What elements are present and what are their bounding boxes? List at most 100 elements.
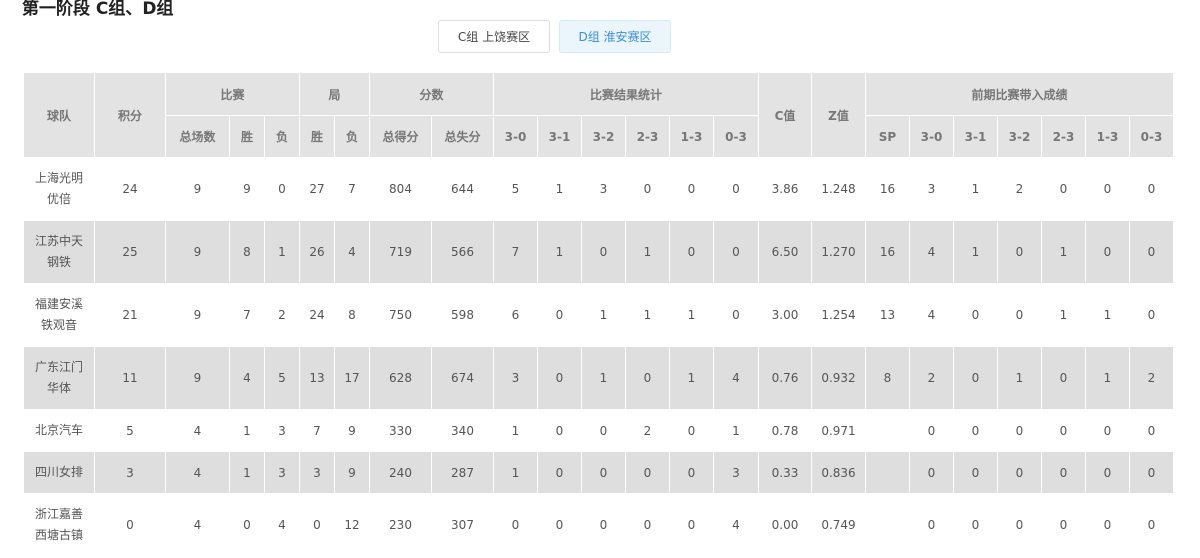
stat-cell: 0 (1085, 493, 1130, 557)
stat-cell: 8 (334, 283, 370, 347)
header-points: 积分 (94, 72, 166, 158)
team-name-line: 铁观音 (40, 318, 77, 332)
subheader-result-1-3: 1-3 (669, 115, 714, 158)
subheader-prior-3-0: 3-0 (909, 115, 954, 158)
stat-cell: 1 (581, 346, 626, 410)
stat-cell: 330 (369, 409, 432, 452)
stat-cell: 0 (1085, 220, 1130, 284)
stat-cell: 719 (369, 220, 432, 284)
stat-cell: 0 (953, 451, 998, 494)
stat-cell: 1 (953, 157, 998, 221)
subheader-match-losses: 负 (264, 115, 300, 158)
team-name-line: 华体 (46, 381, 71, 395)
tab-group-c[interactable]: C组 上饶赛区 (438, 20, 550, 53)
stat-cell: 1 (229, 409, 265, 452)
tab-group-d[interactable]: D组 淮安赛区 (559, 20, 671, 53)
stat-cell: 0 (537, 493, 582, 557)
stat-cell: 0 (229, 493, 265, 557)
stat-cell: 1 (537, 220, 582, 284)
stat-cell: 0 (493, 493, 538, 557)
stat-cell: 0 (997, 451, 1042, 494)
stat-cell: 674 (431, 346, 494, 410)
stat-cell: 0 (1041, 409, 1086, 452)
stat-cell: 2 (625, 409, 670, 452)
stat-cell: 0 (537, 409, 582, 452)
team-name-line: 西塘古镇 (34, 528, 83, 542)
stat-cell: 0 (997, 283, 1042, 347)
stat-cell: 0 (1085, 409, 1130, 452)
stat-cell: 644 (431, 157, 494, 221)
stat-cell: 24 (94, 157, 166, 221)
stat-cell: 1 (953, 220, 998, 284)
stat-cell: 12 (334, 493, 370, 557)
stat-cell: 0 (1129, 220, 1174, 284)
stat-cell: 0 (1129, 409, 1174, 452)
stat-cell: 0 (537, 451, 582, 494)
stat-cell: 1 (1041, 283, 1086, 347)
stat-cell: 16 (865, 157, 910, 221)
stat-cell: 0 (909, 493, 954, 557)
stat-cell: 230 (369, 493, 432, 557)
stat-cell: 3 (713, 451, 759, 494)
team-name-line: 浙江嘉善 (34, 507, 83, 521)
stat-cell: 11 (94, 346, 166, 410)
table-row: 广东江门 华体 11 9 4 5 13 17 628 674 3 0 1 0 1 4 0.76 0.932 8 2 0 1… (23, 346, 1174, 410)
stat-cell: 3.00 (758, 283, 812, 347)
table-row: 四川女排 3 4 1 3 3 9 240 287 1 0 0 0 0 3 0.33 0.836 0 0 0 0 0 0 (23, 451, 1174, 494)
stat-cell: 0 (1041, 346, 1086, 410)
stat-cell: 25 (94, 220, 166, 284)
team-name: 四川女排 (23, 451, 95, 494)
team-name-line: 福建安溪 (34, 297, 83, 311)
stat-cell: 0 (581, 409, 626, 452)
stat-cell: 0 (625, 157, 670, 221)
stat-cell: 1 (1041, 220, 1086, 284)
stat-cell: 1 (997, 346, 1042, 410)
subheader-points-lost: 总失分 (431, 115, 494, 158)
header-result-stats: 比赛结果统计 (493, 72, 759, 116)
stat-cell: 0 (953, 283, 998, 347)
stat-cell: 0 (1085, 451, 1130, 494)
stat-cell: 2 (997, 157, 1042, 221)
team-name: 江苏中天 钢铁 (23, 220, 95, 284)
stat-cell: 0 (997, 493, 1042, 557)
subheader-points-won: 总得分 (369, 115, 432, 158)
stat-cell: 1 (669, 283, 714, 347)
team-name: 福建安溪 铁观音 (23, 283, 95, 347)
stat-cell: 1.254 (811, 283, 866, 347)
stat-cell: 13 (299, 346, 335, 410)
stat-cell: 4 (909, 220, 954, 284)
subheader-result-3-0: 3-0 (493, 115, 538, 158)
stat-cell: 0.76 (758, 346, 812, 410)
stat-cell: 0 (953, 409, 998, 452)
stat-cell: 0 (625, 493, 670, 557)
stat-cell: 0 (1129, 451, 1174, 494)
stat-cell: 1 (581, 283, 626, 347)
stat-cell: 0 (909, 451, 954, 494)
subheader-result-3-2: 3-2 (581, 115, 626, 158)
subheader-match-wins: 胜 (229, 115, 265, 158)
stat-cell: 4 (165, 409, 230, 452)
stat-cell: 9 (165, 157, 230, 221)
header-scores: 分数 (369, 72, 494, 116)
stat-cell: 0 (264, 157, 300, 221)
stat-cell: 24 (299, 283, 335, 347)
stat-cell: 3 (264, 451, 300, 494)
stat-cell: 4 (713, 493, 759, 557)
stat-cell: 3 (264, 409, 300, 452)
stat-cell: 0 (1129, 157, 1174, 221)
subheader-result-2-3: 2-3 (625, 115, 670, 158)
stat-cell: 9 (165, 220, 230, 284)
stat-cell: 3 (493, 346, 538, 410)
stat-cell: 287 (431, 451, 494, 494)
stat-cell: 1 (537, 157, 582, 221)
subheader-prior-0-3: 0-3 (1129, 115, 1174, 158)
subheader-set-wins: 胜 (299, 115, 335, 158)
stat-cell: 13 (865, 283, 910, 347)
header-c-value: C值 (758, 72, 812, 158)
stat-cell: 0.932 (811, 346, 866, 410)
subheader-set-losses: 负 (334, 115, 370, 158)
stat-cell: 1 (1085, 346, 1130, 410)
stat-cell: 4 (165, 451, 230, 494)
stat-cell: 0 (953, 346, 998, 410)
stat-cell: 16 (865, 220, 910, 284)
